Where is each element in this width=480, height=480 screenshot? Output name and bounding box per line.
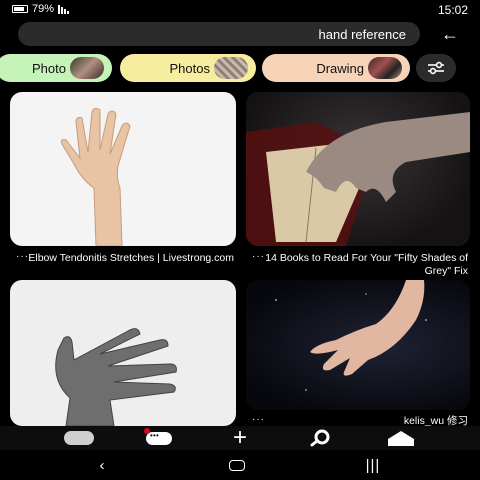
chip-drawing-label: Drawing <box>316 60 364 76</box>
bottom-nav: + <box>0 426 480 450</box>
home-icon <box>388 431 414 446</box>
system-nav: ‹ ||| <box>0 450 480 480</box>
signal-icon <box>58 4 70 14</box>
chip-photos-thumbnail <box>214 57 248 79</box>
chip-drawing[interactable]: Drawing <box>262 54 410 82</box>
system-recents-icon[interactable]: ||| <box>362 456 384 474</box>
filter-chips: Drawing Photos Photo <box>0 54 480 82</box>
pin-image[interactable] <box>10 92 236 246</box>
chip-photo-label: Photo <box>32 60 66 76</box>
hand-book-illustration <box>246 112 470 246</box>
nav-search[interactable] <box>306 428 336 448</box>
pin-image[interactable] <box>246 280 470 410</box>
chip-photos[interactable]: Photos <box>120 54 256 82</box>
more-options-icon[interactable]: ··· <box>252 251 265 262</box>
back-arrow-icon[interactable]: ← <box>438 22 462 46</box>
chip-drawing-thumbnail <box>368 57 402 79</box>
status-bar: 79% 15:02 <box>0 0 480 20</box>
notification-dot <box>144 428 150 434</box>
grey-hand-illustration <box>55 328 177 426</box>
chip-photo-thumbnail <box>70 57 104 79</box>
search-input[interactable] <box>30 24 406 44</box>
nav-home[interactable] <box>386 428 416 448</box>
hand-illustration <box>61 107 131 246</box>
battery-icon <box>12 5 28 13</box>
pin-image[interactable] <box>246 92 470 246</box>
system-back-icon[interactable]: ‹ <box>92 456 112 474</box>
pin-title: kelis_wu 修习 <box>403 415 468 426</box>
sliders-icon <box>428 61 444 75</box>
status-time: 15:02 <box>437 3 468 17</box>
more-options-icon[interactable]: ··· <box>16 251 29 262</box>
palm-illustration <box>275 280 427 391</box>
pin-title: 14 Books to Read For Your "Fifty Shades … <box>265 252 468 277</box>
system-home-icon[interactable] <box>226 456 248 474</box>
chat-bubble-icon <box>146 431 172 445</box>
status-icons: 79% <box>12 3 70 15</box>
chip-photos-label: Photos <box>169 60 210 76</box>
battery-percent: 79% <box>32 3 55 15</box>
search-bar[interactable] <box>18 22 420 46</box>
filter-settings-button[interactable] <box>416 54 456 82</box>
search-icon <box>310 429 330 447</box>
chip-photo[interactable]: Photo <box>0 54 112 82</box>
pin-title: Elbow Tendonitis Stretches | Livestrong.… <box>28 252 234 264</box>
nav-create[interactable]: + <box>225 424 255 451</box>
pin-image[interactable] <box>10 280 236 426</box>
more-options-icon[interactable]: ··· <box>252 414 265 425</box>
pin-feed[interactable]: Elbow Tendonitis Stretches | Livestrong.… <box>0 88 480 426</box>
nav-profile[interactable] <box>64 428 94 448</box>
plus-icon: + <box>232 424 247 451</box>
avatar-icon <box>64 431 94 445</box>
